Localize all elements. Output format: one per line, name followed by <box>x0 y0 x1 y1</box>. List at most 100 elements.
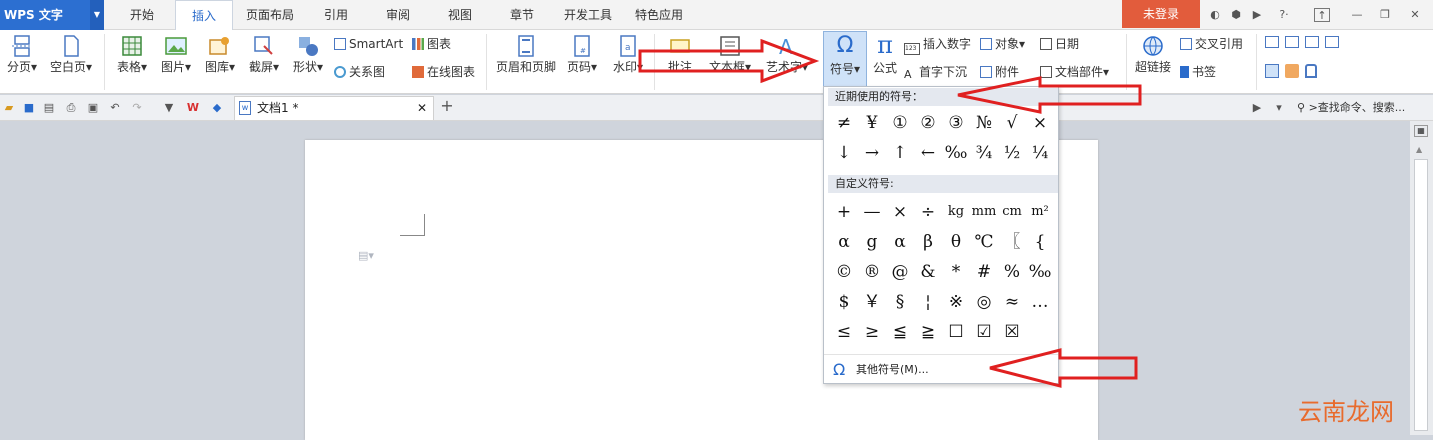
custom-symbol-item[interactable]: kg <box>942 197 970 227</box>
custom-symbol-item[interactable]: ¦ <box>914 287 942 317</box>
paragraph-options-icon[interactable]: ▤▾ <box>358 249 374 262</box>
recent-symbol-item[interactable]: ¾ <box>970 138 998 168</box>
custom-symbol-item[interactable]: × <box>886 197 914 227</box>
vertical-scrollbar[interactable]: ▦ ▲ <box>1410 121 1433 435</box>
save-icon[interactable]: ■ <box>22 101 36 115</box>
custom-symbol-item[interactable]: ≥ <box>858 317 886 347</box>
custom-symbol-item[interactable]: & <box>914 257 942 287</box>
hyperlink-button[interactable]: 超链接 <box>1132 34 1174 75</box>
recent-symbol-item[interactable]: ‰ <box>942 138 970 168</box>
textbox-button[interactable]: 文本框▾ <box>704 34 756 75</box>
eraser-icon[interactable] <box>1285 64 1299 78</box>
custom-symbol-item[interactable]: ÷ <box>914 197 942 227</box>
restore-ribbon-icon[interactable]: ↑ <box>1314 8 1330 22</box>
tab-review[interactable]: 审阅 <box>370 0 426 30</box>
insert-number-button[interactable]: 123 插入数字 <box>904 36 971 55</box>
custom-symbol-item[interactable]: m² <box>1026 197 1054 227</box>
doc-parts-button[interactable]: 文档部件▾ <box>1040 64 1109 80</box>
custom-symbol-item[interactable]: © <box>830 257 858 287</box>
recent-symbol-item[interactable]: ① <box>886 108 914 138</box>
custom-symbol-item[interactable]: α <box>830 227 858 257</box>
custom-symbol-item[interactable]: β <box>914 227 942 257</box>
login-button[interactable]: 未登录 <box>1122 0 1200 28</box>
custom-symbol-item[interactable]: { <box>1026 227 1054 257</box>
bookmark-button[interactable]: 书签 <box>1180 64 1216 80</box>
tab-chapter[interactable]: 章节 <box>494 0 550 30</box>
more-symbols-item[interactable]: Ω 其他符号(M)... <box>824 354 1058 384</box>
chart-button[interactable]: 图表 <box>412 36 451 52</box>
list-field-icon[interactable] <box>1325 36 1339 48</box>
header-footer-button[interactable]: 页眉和页脚 <box>494 34 558 75</box>
symbol-button[interactable]: Ω 符号▾ <box>823 31 867 87</box>
document-tab[interactable]: w 文档1 * ✕ <box>234 96 434 120</box>
watermark-button[interactable]: a 水印▾ <box>608 34 648 75</box>
scroll-up-icon[interactable]: ▲ <box>1416 145 1422 154</box>
custom-symbol-item[interactable]: @ <box>886 257 914 287</box>
custom-symbol-item[interactable]: ® <box>858 257 886 287</box>
custom-symbol-item[interactable]: ≤ <box>830 317 858 347</box>
settings-icon[interactable]: ⬢ <box>1229 8 1243 22</box>
custom-symbol-item[interactable]: $ <box>830 287 858 317</box>
object-button[interactable]: 对象▾ <box>980 36 1025 52</box>
custom-symbol-item[interactable]: ≦ <box>886 317 914 347</box>
custom-symbol-item[interactable]: ☑ <box>970 317 998 347</box>
custom-symbol-item[interactable]: % <box>998 257 1026 287</box>
tab-developer[interactable]: 开发工具 <box>556 0 620 30</box>
custom-symbol-item[interactable]: § <box>886 287 914 317</box>
recent-symbol-item[interactable]: ¥ <box>858 108 886 138</box>
custom-symbol-item[interactable]: — <box>858 197 886 227</box>
chevron-down-icon[interactable]: ▼ <box>90 0 104 30</box>
maximize-icon[interactable]: ❐ <box>1378 8 1392 22</box>
minimize-icon[interactable]: — <box>1350 8 1364 22</box>
custom-symbol-item[interactable]: cm <box>998 197 1026 227</box>
custom-symbol-item[interactable]: ℃ <box>970 227 998 257</box>
export-pdf-icon[interactable]: ▤ <box>42 101 56 115</box>
page-break-button[interactable]: 分页▾ <box>2 34 42 75</box>
video-icon[interactable]: ▶ <box>1250 101 1264 115</box>
custom-symbol-item[interactable]: g <box>858 227 886 257</box>
custom-symbol-item[interactable]: # <box>970 257 998 287</box>
recent-symbol-item[interactable]: → <box>858 138 886 168</box>
print-icon[interactable]: ⎙ <box>64 101 78 115</box>
wordart-button[interactable]: A 艺术字▾ <box>760 34 814 75</box>
tab-insert[interactable]: 插入 <box>175 0 233 30</box>
formula-button[interactable]: π 公式 <box>868 31 902 76</box>
recent-symbol-item[interactable]: × <box>1026 108 1054 138</box>
picture-button[interactable]: 图片▾ <box>156 34 196 75</box>
custom-symbol-item[interactable]: α <box>886 227 914 257</box>
redo-icon[interactable]: ↷ <box>130 101 144 115</box>
lock-icon[interactable] <box>1305 64 1317 78</box>
custom-symbol-item[interactable]: ≈ <box>998 287 1026 317</box>
table-button[interactable]: 表格▾ <box>112 34 152 75</box>
date-button[interactable]: 日期 <box>1040 36 1079 52</box>
screenshot-button[interactable]: 截屏▾ <box>244 34 284 75</box>
customize-toolbar-icon[interactable]: ▼ <box>162 101 176 115</box>
scroll-thumb[interactable] <box>1414 159 1428 431</box>
dropcap-button[interactable]: A 首字下沉 <box>904 64 967 81</box>
recent-symbol-item[interactable]: № <box>970 108 998 138</box>
recent-symbol-item[interactable]: ↓ <box>830 138 858 168</box>
custom-symbol-item[interactable]: ☒ <box>998 317 1026 347</box>
form-design-icon[interactable] <box>1265 64 1279 78</box>
recent-symbol-item[interactable]: √ <box>998 108 1026 138</box>
cube-icon[interactable]: ◆ <box>210 101 224 115</box>
app-menu-button[interactable]: WPS 文字 ▼ <box>0 0 104 30</box>
dropdown-field-icon[interactable] <box>1305 36 1319 48</box>
checkbox-field-icon[interactable] <box>1285 36 1299 48</box>
feedback-icon[interactable]: ▶ <box>1250 8 1264 22</box>
recent-symbol-item[interactable]: ③ <box>942 108 970 138</box>
undo-icon[interactable]: ↶ <box>108 101 122 115</box>
recent-symbol-item[interactable]: ½ <box>998 138 1026 168</box>
shape-button[interactable]: 形状▾ <box>288 34 328 75</box>
custom-symbol-item[interactable]: ≧ <box>914 317 942 347</box>
skin-icon[interactable]: ◐ <box>1208 8 1222 22</box>
custom-symbol-item[interactable]: 〖 <box>998 227 1026 257</box>
cross-ref-button[interactable]: 交叉引用 <box>1180 36 1243 52</box>
blank-page-button[interactable]: 空白页▾ <box>46 34 96 75</box>
custom-symbol-item[interactable]: ‰ <box>1026 257 1054 287</box>
custom-symbol-item[interactable]: … <box>1026 287 1054 317</box>
attachment-button[interactable]: 附件 <box>980 64 1019 80</box>
smartart-button[interactable]: SmartArt <box>334 36 403 52</box>
custom-symbol-item[interactable]: mm <box>970 197 998 227</box>
new-tab-icon[interactable]: + <box>440 98 454 114</box>
